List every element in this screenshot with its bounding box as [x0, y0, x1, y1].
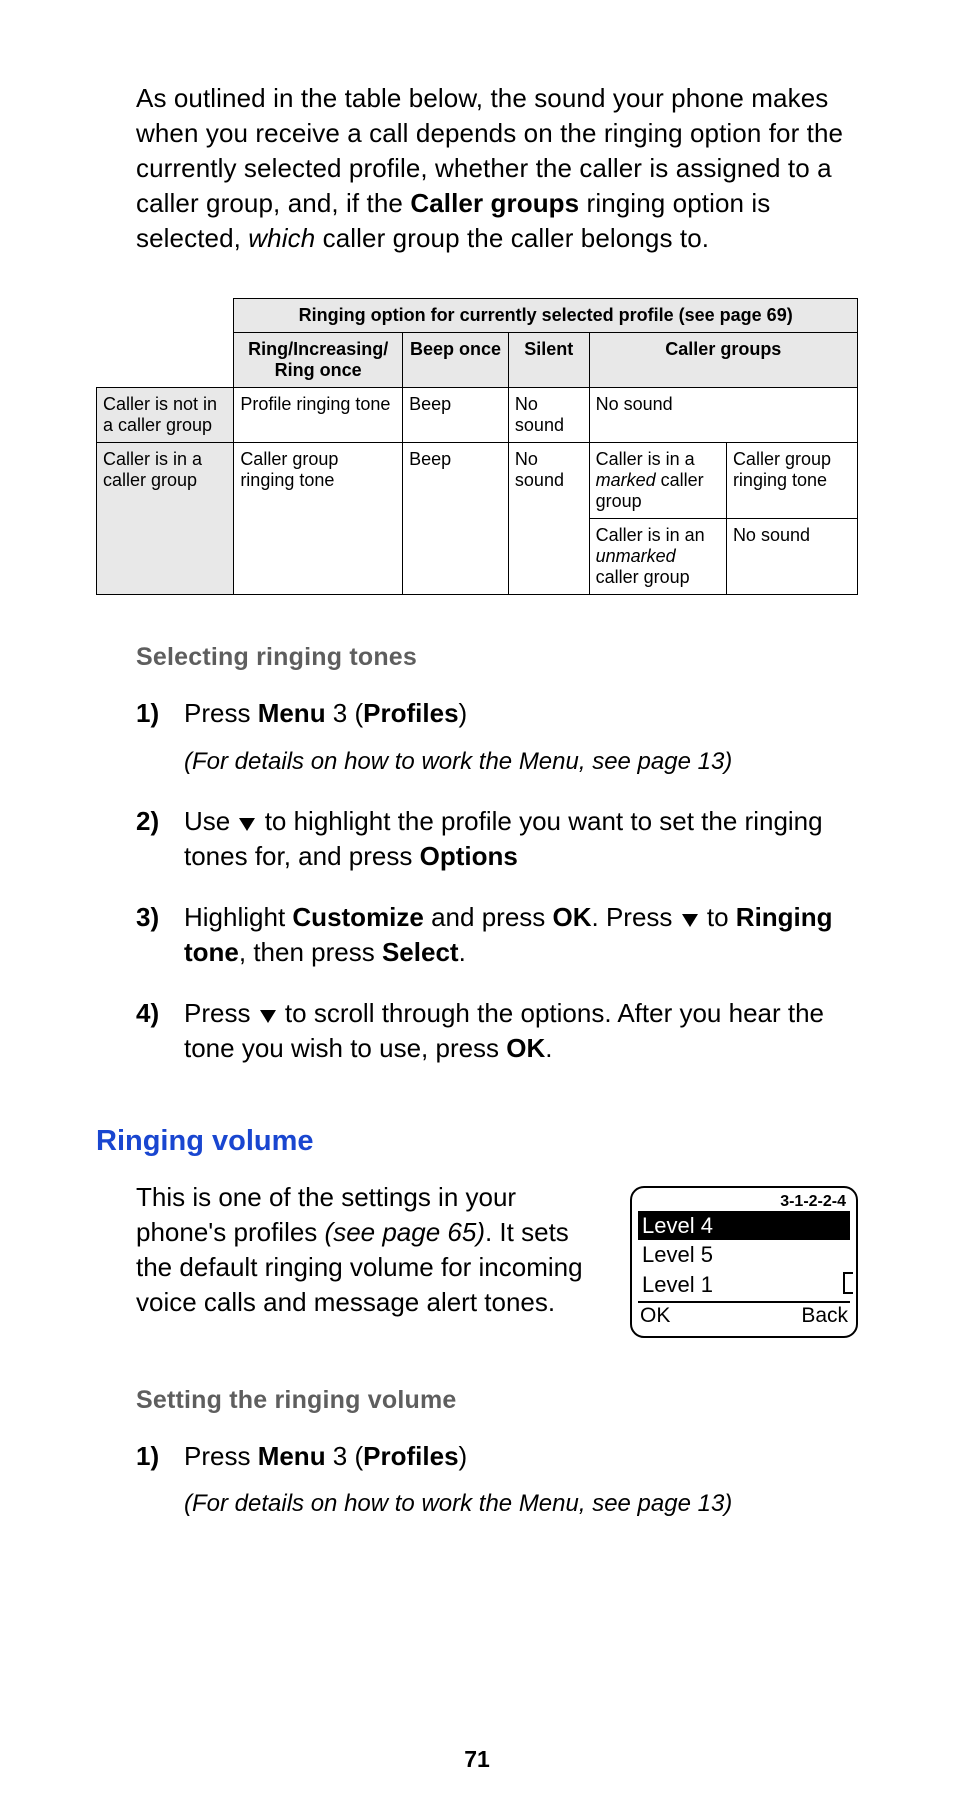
down-arrow-icon: [682, 914, 698, 927]
s2a: Use: [184, 806, 237, 836]
vs1d: Profiles: [363, 1441, 458, 1471]
row1-c2: Beep: [403, 388, 509, 443]
s1c: 3 (: [326, 698, 364, 728]
manual-page: As outlined in the table below, the soun…: [0, 0, 954, 1803]
phone-option-3: Level 1: [638, 1270, 850, 1300]
row2-c1: Caller group ringing tone: [234, 443, 403, 595]
intro-bold-caller-groups: Caller groups: [410, 188, 579, 218]
s3j: .: [459, 937, 466, 967]
s3e: . Press: [592, 902, 680, 932]
s1a: Press: [184, 698, 258, 728]
step-4-num: 4): [136, 996, 184, 1066]
section-heading-ringing-volume: Ringing volume: [96, 1125, 858, 1158]
s3h: , then press: [239, 937, 382, 967]
row2-sub2-val: No sound: [726, 519, 857, 595]
step-2-num: 2): [136, 804, 184, 874]
col-ring-inc-line2: Ring once: [275, 360, 362, 380]
row2-sub2-key: Caller is in an unmarked caller group: [589, 519, 726, 595]
ringing-volume-row: This is one of the settings in your phon…: [136, 1180, 858, 1338]
phone-option-selected: Level 4: [638, 1211, 850, 1241]
vs1b: Menu: [258, 1441, 326, 1471]
page-number: 71: [0, 1746, 954, 1773]
row2-c3: No sound: [508, 443, 589, 595]
ringing-table-wrap: Ringing option for currently selected pr…: [96, 298, 858, 595]
intro-text-e: caller group the caller belongs to.: [315, 223, 709, 253]
s3c: and press: [424, 902, 553, 932]
rv-b: (see page 65): [325, 1217, 485, 1247]
steps-selecting-tones: 1) Press Menu 3 (Profiles) (For details …: [136, 696, 858, 1066]
row1-c4: No sound: [589, 388, 857, 443]
row2-sub1-key: Caller is in a marked caller group: [589, 443, 726, 519]
row2-sub1-val: Caller group ringing tone: [726, 443, 857, 519]
phone-option-2: Level 5: [638, 1240, 850, 1270]
s4d: .: [545, 1033, 552, 1063]
vs1c: 3 (: [326, 1441, 364, 1471]
intro-italic-which: which: [248, 223, 315, 253]
col-ring-increasing: Ring/Increasing/ Ring once: [234, 333, 403, 388]
row2-sub1b: marked: [596, 470, 656, 490]
phone-scroll-icon: [843, 1272, 853, 1294]
row2-sub2a: Caller is in an: [596, 525, 705, 545]
s3f: to: [700, 902, 736, 932]
phone-softkeys: OK Back: [638, 1303, 850, 1328]
phone-menu-code: 3-1-2-2-4: [638, 1193, 850, 1211]
row1-c3: No sound: [508, 388, 589, 443]
phone-softkey-left: OK: [640, 1304, 670, 1328]
row1-c1: Profile ringing tone: [234, 388, 403, 443]
s3i: Select: [382, 937, 459, 967]
row2-head: Caller is in a caller group: [97, 443, 234, 595]
phone-screen-illustration: 3-1-2-2-4 Level 4 Level 5 Level 1 OK Bac…: [630, 1186, 858, 1338]
row2-sub2b: unmarked: [596, 546, 676, 566]
down-arrow-icon: [260, 1010, 276, 1023]
step-3-body: Highlight Customize and press OK. Press …: [184, 900, 858, 970]
col-silent: Silent: [508, 333, 589, 388]
down-arrow-icon: [239, 818, 255, 831]
step-3: 3) Highlight Customize and press OK. Pre…: [136, 900, 858, 970]
s3a: Highlight: [184, 902, 292, 932]
col-beep-once: Beep once: [403, 333, 509, 388]
s1d: Profiles: [363, 698, 458, 728]
step-1-body: Press Menu 3 (Profiles) (For details on …: [184, 696, 858, 777]
table-corner-blank: [97, 299, 234, 333]
vol-step-1-note: (For details on how to work the Menu, se…: [184, 1488, 858, 1520]
row2-sub2c: caller group: [596, 567, 690, 587]
vol-step-1-num: 1): [136, 1439, 184, 1520]
s2c: Options: [420, 841, 518, 871]
vol-step-1: 1) Press Menu 3 (Profiles) (For details …: [136, 1439, 858, 1520]
steps-setting-volume: 1) Press Menu 3 (Profiles) (For details …: [136, 1439, 858, 1520]
s4a: Press: [184, 998, 258, 1028]
phone-softkey-right: Back: [801, 1304, 848, 1328]
step-1: 1) Press Menu 3 (Profiles) (For details …: [136, 696, 858, 777]
subheading-setting-ringing-volume: Setting the ringing volume: [136, 1386, 858, 1415]
subheading-selecting-ringing-tones: Selecting ringing tones: [136, 643, 858, 672]
s1e: ): [459, 698, 468, 728]
row1-head: Caller is not in a caller group: [97, 388, 234, 443]
s3b: Customize: [292, 902, 423, 932]
table-span-header: Ringing option for currently selected pr…: [234, 299, 858, 333]
ringing-option-table: Ringing option for currently selected pr…: [96, 298, 858, 595]
s4b: to scroll through the options. After you…: [184, 998, 824, 1063]
col-caller-groups: Caller groups: [589, 333, 857, 388]
step-2: 2) Use to highlight the profile you want…: [136, 804, 858, 874]
row2-sub1a: Caller is in a: [596, 449, 695, 469]
intro-paragraph: As outlined in the table below, the soun…: [136, 81, 858, 256]
step-1-note: (For details on how to work the Menu, se…: [184, 746, 858, 778]
step-4-body: Press to scroll through the options. Aft…: [184, 996, 858, 1066]
vol-step-1-body: Press Menu 3 (Profiles) (For details on …: [184, 1439, 858, 1520]
step-3-num: 3): [136, 900, 184, 970]
s1b: Menu: [258, 698, 326, 728]
vs1e: ): [459, 1441, 468, 1471]
ringing-volume-paragraph: This is one of the settings in your phon…: [136, 1180, 606, 1338]
step-1-num: 1): [136, 696, 184, 777]
row2-c2: Beep: [403, 443, 509, 595]
step-4: 4) Press to scroll through the options. …: [136, 996, 858, 1066]
vs1a: Press: [184, 1441, 258, 1471]
s4c: OK: [506, 1033, 545, 1063]
s3d: OK: [553, 902, 592, 932]
table-corner-blank-2: [97, 333, 234, 388]
col-ring-inc-line1: Ring/Increasing/: [248, 339, 388, 359]
step-2-body: Use to highlight the profile you want to…: [184, 804, 858, 874]
